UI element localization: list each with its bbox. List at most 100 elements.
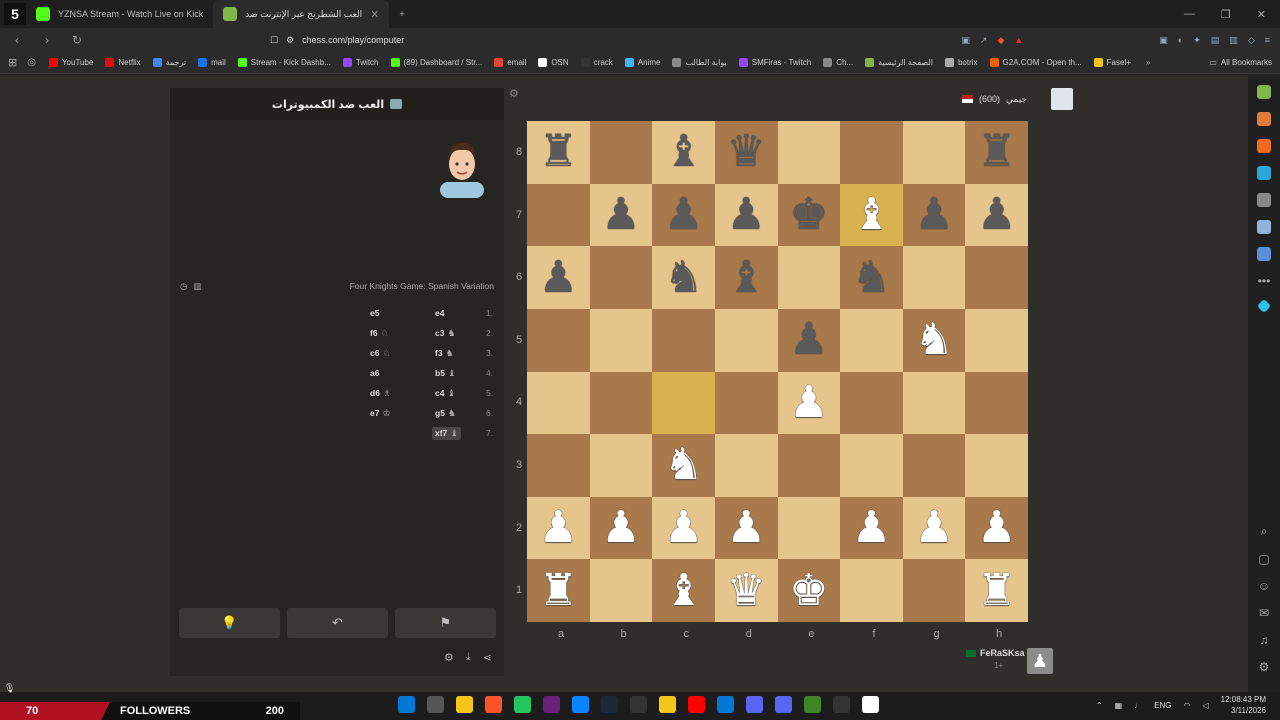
bookmark-item[interactable]: YouTube [44, 58, 98, 67]
url-field[interactable]: chess.com/play/computer [302, 35, 404, 45]
black-bishop-icon[interactable]: ♝ [664, 130, 703, 174]
white-pawn-icon[interactable]: ♟ [539, 506, 578, 550]
square-h1[interactable]: ♜ [965, 559, 1028, 622]
black-move[interactable]: e5 [370, 308, 382, 318]
white-pawn-icon[interactable]: ♟ [601, 506, 640, 550]
white-pawn-icon[interactable]: ♟ [914, 506, 953, 550]
bookmark-item[interactable]: Netflix [100, 58, 145, 67]
explorer-icon[interactable]: ◷ [180, 281, 187, 292]
bookmark-item[interactable]: (89) Dashboard / Str... [386, 58, 488, 67]
taskbar-app-icon[interactable] [572, 696, 589, 713]
bookmark-item[interactable]: Ch... [818, 58, 858, 67]
square-d2[interactable]: ♟ [714, 496, 778, 560]
diamond-icon[interactable] [1256, 298, 1272, 314]
taskbar-app-icon[interactable] [485, 696, 502, 713]
friends-icon[interactable]: ☺ [1258, 579, 1270, 593]
white-pawn-icon[interactable]: ♟ [664, 506, 703, 550]
square-b2[interactable]: ♟ [589, 496, 653, 560]
square-f2[interactable]: ♟ [840, 496, 903, 560]
bookmark-item[interactable]: email [489, 58, 531, 67]
forward-icon[interactable]: › [40, 33, 54, 47]
black-knight-icon[interactable]: ♞ [664, 255, 703, 300]
watch-icon[interactable] [1257, 193, 1271, 207]
square-h8[interactable]: ♜ [965, 121, 1028, 184]
taskbar-app-icon[interactable] [746, 696, 763, 713]
square-c6[interactable]: ♞ [652, 246, 715, 309]
square-e8[interactable] [777, 121, 841, 184]
square-a7[interactable] [527, 183, 590, 247]
square-d3[interactable] [714, 434, 778, 497]
tab-chess[interactable]: العب الشطرنج عبر الإنترنت ضد ✕ [213, 0, 390, 28]
square-g8[interactable] [902, 121, 966, 184]
square-b1[interactable] [589, 559, 653, 622]
profile-icon[interactable]: ▢ [1258, 552, 1269, 566]
square-f5[interactable] [840, 308, 903, 372]
share-icon[interactable]: ↗ [980, 35, 988, 46]
extension-icon[interactable]: ▣ [1159, 35, 1168, 46]
more-icon[interactable]: ••• [1258, 274, 1271, 288]
brave-shield-icon[interactable]: ◆ [997, 35, 1004, 46]
black-queen-icon[interactable]: ♛ [726, 130, 765, 174]
taskbar-app-icon[interactable] [514, 696, 531, 713]
square-a3[interactable] [527, 434, 590, 497]
bookmark-item[interactable]: SMFiras - Twitch [734, 58, 816, 67]
square-h4[interactable] [965, 371, 1028, 435]
bookmark-item[interactable]: الصفحة الرئيسية [860, 58, 938, 67]
learn-icon[interactable] [1257, 166, 1271, 180]
taskbar-app-icon[interactable] [862, 696, 879, 713]
black-move[interactable]: e7 ♔ [370, 408, 391, 419]
tab-kick[interactable]: YZNSA Stream - Watch Live on Kick [26, 0, 213, 28]
square-f4[interactable] [840, 371, 903, 435]
close-tab-icon[interactable]: ✕ [370, 8, 379, 21]
social-icon[interactable] [1257, 247, 1271, 261]
square-b8[interactable] [589, 121, 653, 184]
square-f3[interactable] [840, 434, 903, 497]
taskbar-app-icon[interactable] [398, 696, 415, 713]
wifi-icon[interactable]: ◠ [1183, 701, 1190, 710]
square-g6[interactable] [902, 246, 966, 309]
taskbar-app-icon[interactable] [659, 696, 676, 713]
square-h3[interactable] [965, 434, 1028, 497]
black-pawn-icon[interactable]: ♟ [726, 192, 765, 237]
sidebar-icon[interactable]: ▤ [1211, 35, 1220, 46]
white-bishop-icon[interactable]: ♝ [852, 192, 891, 237]
black-king-icon[interactable]: ♚ [789, 192, 828, 237]
back-icon[interactable]: ‹ [10, 33, 24, 47]
black-pawn-icon[interactable]: ♟ [664, 192, 703, 237]
puzzle-icon[interactable] [1257, 112, 1271, 126]
square-d6[interactable]: ♝ [714, 246, 778, 309]
takeback-button[interactable]: ↶ [287, 608, 388, 638]
bookmark-item[interactable]: G2A.COM - Open th... [985, 58, 1087, 67]
square-f8[interactable] [840, 121, 903, 184]
white-move[interactable]: e4 [435, 308, 447, 318]
book-icon[interactable]: ▥ [193, 281, 201, 292]
bookmark-item[interactable]: ترجمة [148, 58, 192, 67]
square-h6[interactable] [965, 246, 1028, 309]
rewards-icon[interactable]: ▲ [1014, 35, 1023, 46]
clock[interactable]: 12:08:43 PM 3/11/2026 [1221, 694, 1266, 716]
puzzle-icon[interactable]: ✦ [1193, 35, 1201, 46]
extension-icon[interactable]: ◐ [1178, 35, 1183, 46]
square-b6[interactable] [589, 246, 653, 309]
square-c8[interactable]: ♝ [652, 121, 715, 184]
black-pawn-icon[interactable]: ♟ [539, 255, 578, 300]
apps-icon[interactable]: ⊞ [8, 56, 17, 69]
globe-icon[interactable]: ◎ [27, 57, 36, 68]
square-e7[interactable]: ♚ [777, 183, 841, 247]
square-c2[interactable]: ♟ [652, 496, 715, 560]
notifications-icon[interactable]: ♫ [1259, 633, 1268, 647]
chess-pawn-icon[interactable] [1257, 85, 1271, 99]
white-knight-icon[interactable]: ♞ [664, 443, 703, 487]
site-info-icon[interactable]: ⚙ [286, 35, 294, 46]
white-move[interactable]: xf7 ♝ [432, 426, 462, 440]
chess-board[interactable]: ♜ ♝ ♛ ♜ ♟ ♟ ♟ ♚ ♝ ♟ ♟ ♟ ♞ ♝ ♞ ♟ ♞ ♟ ♞ ♟ ♟ ♟ ♟ ♟ ♟ ♟ ♜ ♝ ♛ ♚ ♜ [527, 121, 1028, 622]
black-rook-icon[interactable]: ♜ [539, 130, 578, 174]
reload-icon[interactable]: ↻ [70, 33, 84, 47]
bookmark-item[interactable]: Stream - Kick Dashb... [233, 58, 336, 67]
square-h5[interactable] [965, 308, 1028, 372]
square-c4[interactable] [652, 371, 715, 435]
bookmark-item[interactable]: OSN [533, 58, 573, 67]
square-d8[interactable]: ♛ [714, 121, 778, 184]
taskbar-app-icon[interactable] [427, 696, 444, 713]
square-g1[interactable] [902, 559, 966, 622]
